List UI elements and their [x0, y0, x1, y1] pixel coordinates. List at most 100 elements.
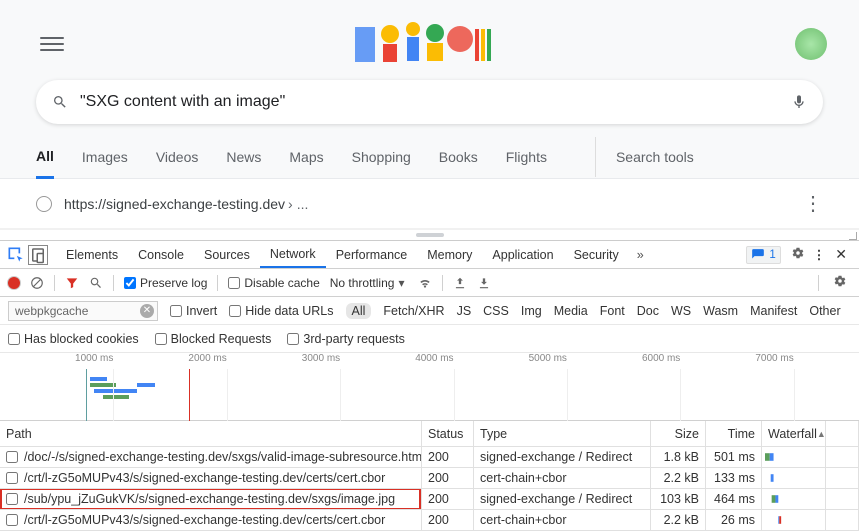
filter-icon[interactable] [65, 276, 79, 290]
issues-count: 1 [769, 249, 775, 261]
google-doodle[interactable] [355, 19, 505, 69]
search-tools[interactable]: Search tools [595, 137, 694, 177]
tab-all[interactable]: All [36, 136, 54, 179]
pane-performance[interactable]: Performance [326, 241, 418, 268]
download-har-icon[interactable] [477, 276, 491, 290]
search-bar [36, 80, 823, 124]
network-filters: ✕ Invert Hide data URLs All Fetch/XHR JS… [0, 297, 859, 325]
pane-elements[interactable]: Elements [56, 241, 128, 268]
blocked-requests-checkbox[interactable]: Blocked Requests [155, 332, 272, 346]
type-js[interactable]: JS [457, 304, 472, 318]
timeline-tick: 4000 ms [415, 353, 453, 364]
type-all[interactable]: All [346, 303, 372, 319]
upload-har-icon[interactable] [453, 276, 467, 290]
cell-size: 2.2 kB [651, 510, 706, 531]
type-css[interactable]: CSS [483, 304, 509, 318]
tab-shopping[interactable]: Shopping [352, 137, 411, 177]
row-checkbox[interactable] [6, 472, 18, 484]
resize-corner-icon[interactable] [847, 230, 857, 240]
table-row[interactable]: /doc/-/s/signed-exchange-testing.dev/sxg… [0, 447, 859, 468]
tab-maps[interactable]: Maps [289, 137, 323, 177]
type-doc[interactable]: Doc [637, 304, 659, 318]
pane-memory[interactable]: Memory [417, 241, 482, 268]
disable-cache-label: Disable cache [244, 276, 319, 290]
cell-time: 26 ms [706, 510, 762, 531]
type-media[interactable]: Media [554, 304, 588, 318]
blocked-requests-label: Blocked Requests [171, 332, 272, 346]
record-button[interactable] [8, 277, 20, 289]
search-result[interactable]: https://signed-exchange-testing.dev › ..… [0, 179, 859, 229]
more-panes-icon[interactable]: » [633, 248, 648, 262]
cell-path: /sub/ypu_jZuGukVK/s/signed-exchange-test… [0, 489, 422, 510]
result-url-rest: ... [297, 196, 309, 212]
type-font[interactable]: Font [600, 304, 625, 318]
blocked-cookies-checkbox[interactable]: Has blocked cookies [8, 332, 139, 346]
row-checkbox[interactable] [6, 493, 18, 505]
devtools-menu-icon[interactable]: ⋮ [809, 247, 830, 262]
col-overflow [826, 421, 859, 447]
throttling-select[interactable]: No throttling [330, 276, 405, 290]
preserve-log-checkbox[interactable]: Preserve log [124, 276, 207, 290]
network-conditions-icon[interactable] [418, 276, 432, 290]
cell-type: signed-exchange / Redirect [474, 489, 651, 510]
search-input[interactable] [80, 93, 783, 111]
tab-books[interactable]: Books [439, 137, 478, 177]
devtools: Elements Console Sources Network Perform… [0, 241, 859, 531]
type-ws[interactable]: WS [671, 304, 691, 318]
clear-filter-icon[interactable]: ✕ [140, 304, 154, 318]
search-tabs: All Images Videos News Maps Shopping Boo… [0, 136, 859, 178]
type-wasm[interactable]: Wasm [703, 304, 738, 318]
table-row[interactable]: /crt/l-zG5oMUPv43/s/signed-exchange-test… [0, 510, 859, 531]
disable-cache-checkbox[interactable]: Disable cache [228, 276, 319, 290]
network-toolbar: Preserve log Disable cache No throttling [0, 269, 859, 297]
pane-network[interactable]: Network [260, 241, 326, 268]
result-more-icon[interactable]: ⋮ [803, 191, 823, 216]
settings-icon[interactable] [787, 246, 809, 263]
pane-security[interactable]: Security [564, 241, 629, 268]
timeline-overview[interactable]: 1000 ms2000 ms3000 ms4000 ms5000 ms6000 … [0, 353, 859, 421]
menu-icon[interactable] [40, 32, 64, 56]
pane-application[interactable]: Application [482, 241, 563, 268]
cell-path-text: /doc/-/s/signed-exchange-testing.dev/sxg… [24, 450, 422, 464]
col-time[interactable]: Time [706, 421, 762, 447]
pane-sources[interactable]: Sources [194, 241, 260, 268]
col-waterfall[interactable]: Waterfall [762, 421, 826, 447]
search-requests-icon[interactable] [89, 276, 103, 290]
issues-badge[interactable]: 1 [746, 246, 780, 264]
tab-images[interactable]: Images [82, 137, 128, 177]
filter-input[interactable] [8, 301, 158, 321]
type-fetchxhr[interactable]: Fetch/XHR [383, 304, 444, 318]
hide-dataurls-checkbox[interactable]: Hide data URLs [229, 304, 333, 318]
row-checkbox[interactable] [6, 514, 18, 526]
col-status[interactable]: Status [422, 421, 474, 447]
device-toggle-icon[interactable] [28, 245, 48, 265]
globe-icon [36, 196, 52, 212]
col-type[interactable]: Type [474, 421, 651, 447]
type-manifest[interactable]: Manifest [750, 304, 797, 318]
col-size[interactable]: Size [651, 421, 706, 447]
col-path[interactable]: Path [0, 421, 422, 447]
network-settings-icon[interactable] [829, 274, 851, 291]
table-row[interactable]: /sub/ypu_jZuGukVK/s/signed-exchange-test… [0, 489, 859, 510]
table-row[interactable]: /crt/l-zG5oMUPv43/s/signed-exchange-test… [0, 468, 859, 489]
element-picker-icon[interactable] [6, 245, 26, 265]
mic-icon[interactable] [791, 94, 807, 110]
row-checkbox[interactable] [6, 451, 18, 463]
type-other[interactable]: Other [809, 304, 840, 318]
cell-size: 1.8 kB [651, 447, 706, 468]
type-img[interactable]: Img [521, 304, 542, 318]
timeline-tick: 1000 ms [75, 353, 113, 364]
devtools-drag-handle[interactable] [0, 229, 859, 241]
search-icon [52, 94, 68, 110]
avatar[interactable] [795, 28, 827, 60]
tab-news[interactable]: News [226, 137, 261, 177]
tab-flights[interactable]: Flights [506, 137, 547, 177]
devtools-close-icon[interactable]: ✕ [829, 246, 853, 263]
third-party-checkbox[interactable]: 3rd-party requests [287, 332, 404, 346]
clear-icon[interactable] [30, 276, 44, 290]
cell-overflow [826, 510, 859, 531]
cell-time: 501 ms [706, 447, 762, 468]
invert-checkbox[interactable]: Invert [170, 304, 217, 318]
pane-console[interactable]: Console [128, 241, 194, 268]
tab-videos[interactable]: Videos [156, 137, 199, 177]
